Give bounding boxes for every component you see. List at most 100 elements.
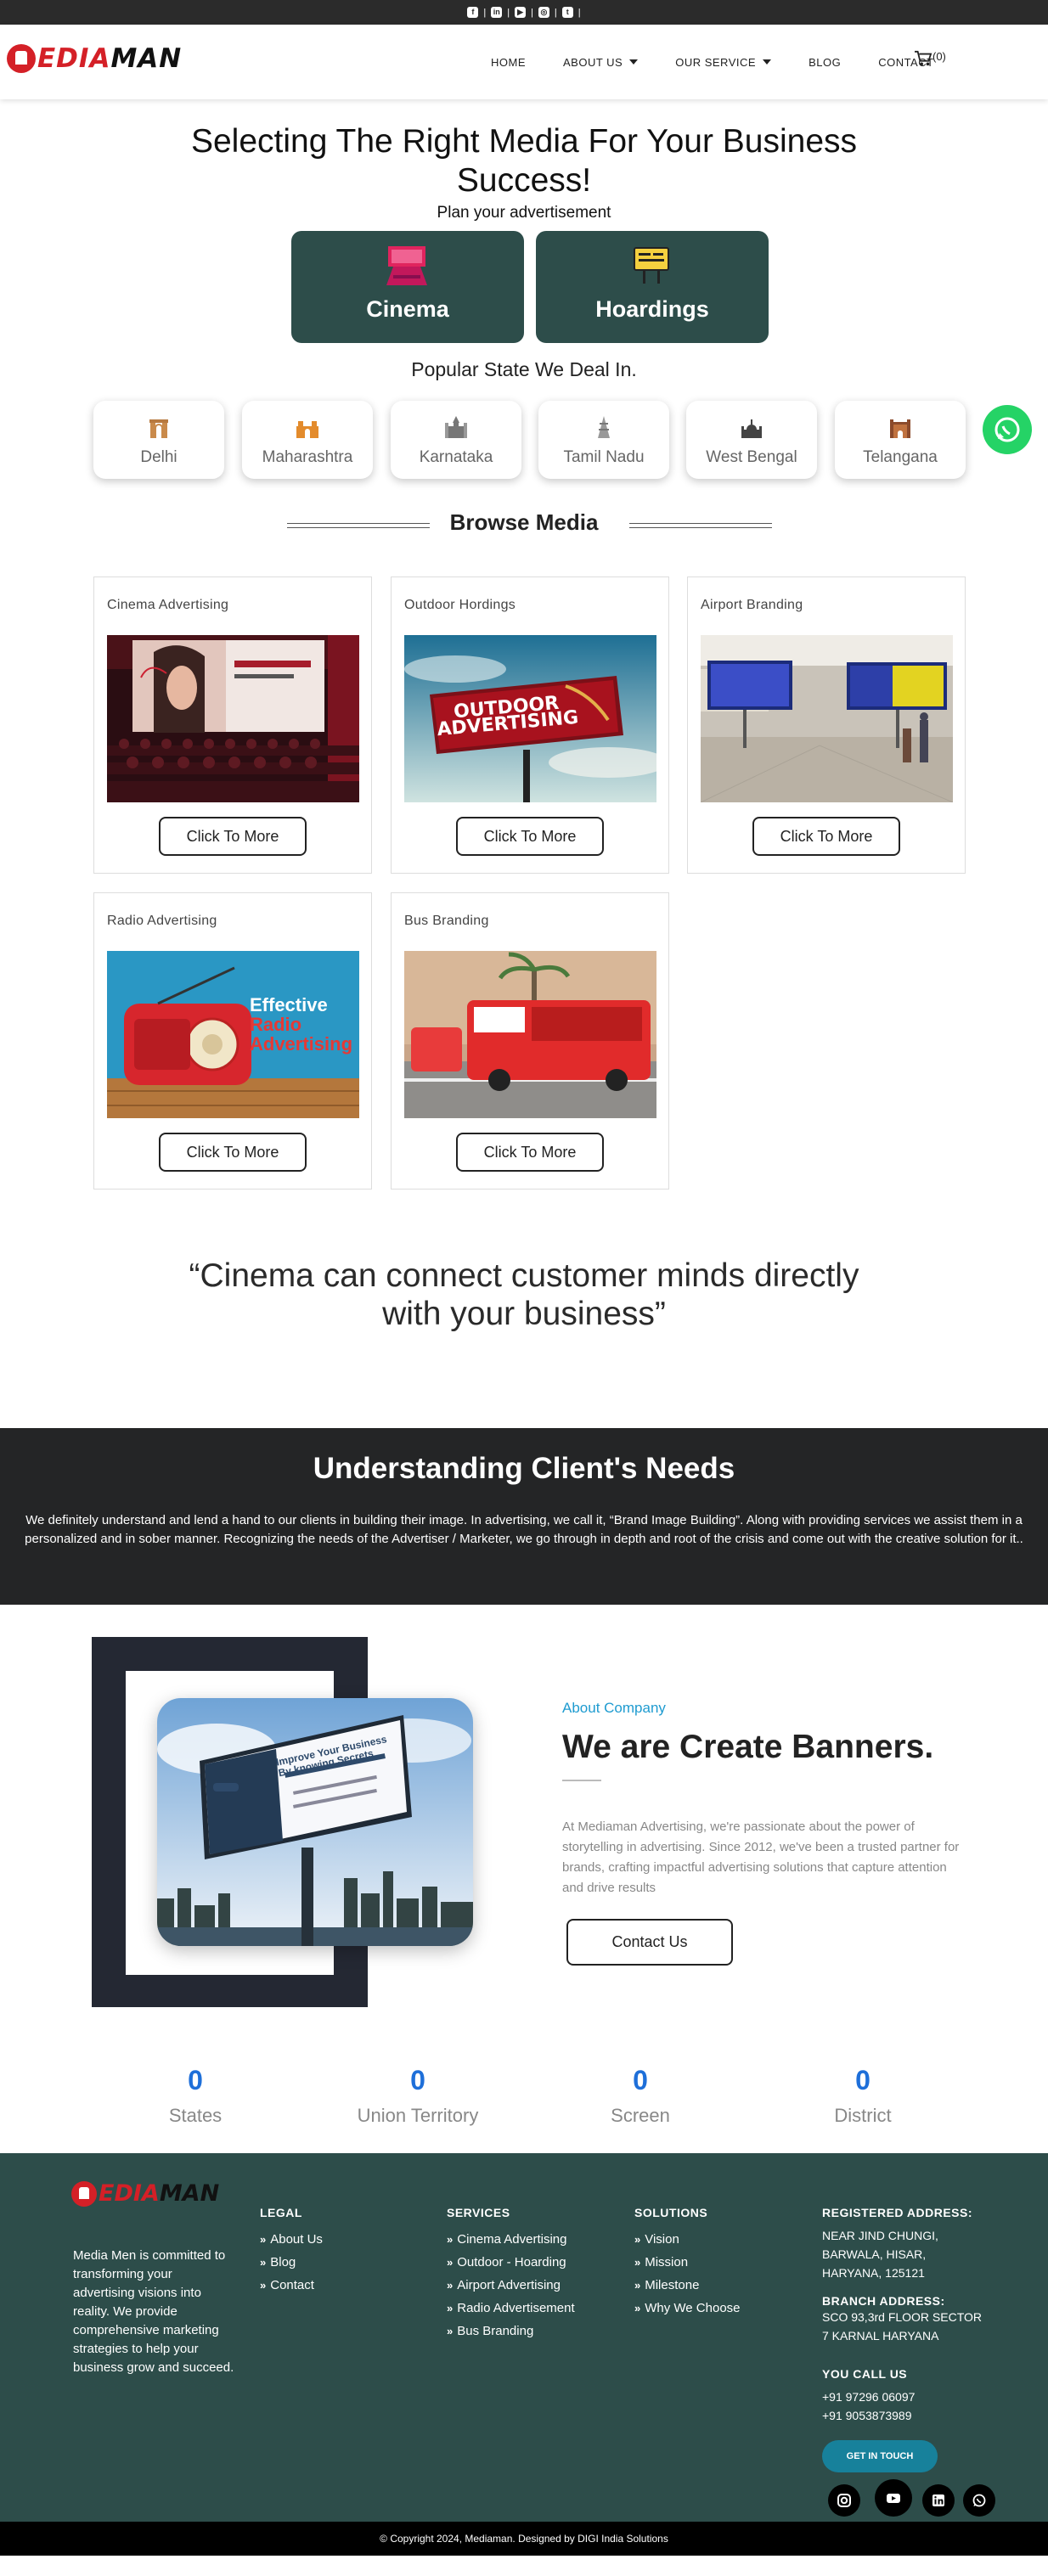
stat-district: 0 District xyxy=(834,2065,892,2126)
divider xyxy=(629,523,772,528)
footer-link-solution[interactable]: » Mission xyxy=(634,2251,741,2274)
section-title: Understanding Client's Needs xyxy=(313,1452,735,1485)
click-to-more-button[interactable]: Click To More xyxy=(456,1133,604,1172)
click-to-more-button[interactable]: Click To More xyxy=(159,1133,307,1172)
footer-solutions: SOLUTIONS » Vision » Mission » Milestone » W… xyxy=(634,2206,741,2320)
top-social-bar: f | in | ▶ | ◎ | t | xyxy=(0,0,1048,25)
india-gate-icon xyxy=(149,419,168,438)
phone-number[interactable]: +91 97296 06097 xyxy=(822,2388,982,2406)
state-card-west-bengal[interactable]: West Bengal xyxy=(686,401,817,479)
contact-us-button[interactable]: Contact Us xyxy=(566,1919,733,1966)
caret-down-icon xyxy=(763,59,772,65)
cinema-advertising-image xyxy=(107,635,359,802)
charminar-icon xyxy=(890,419,910,438)
palace-icon xyxy=(445,416,467,438)
cart-icon xyxy=(915,50,932,66)
footer-link-about-us[interactable]: » About Us xyxy=(260,2228,323,2251)
instagram-icon[interactable]: ◎ xyxy=(538,7,549,18)
divider xyxy=(287,523,430,528)
logo-mark-icon xyxy=(7,44,36,73)
linkedin-icon[interactable]: in xyxy=(491,7,503,18)
chevron-right-icon: » xyxy=(634,2302,641,2314)
linkedin-icon xyxy=(932,2494,944,2506)
hoardings-button[interactable]: Hoardings xyxy=(536,231,769,343)
gateway-icon xyxy=(296,421,318,438)
footer-link-solution[interactable]: » Vision xyxy=(634,2228,741,2251)
state-card-delhi[interactable]: Delhi xyxy=(93,401,224,479)
footer-description: Media Men is committed to transforming y… xyxy=(73,2248,234,2375)
twitter-icon[interactable]: t xyxy=(561,7,573,18)
chevron-right-icon: » xyxy=(260,2279,267,2292)
state-card-maharashtra[interactable]: Maharashtra xyxy=(242,401,373,479)
youtube-icon xyxy=(887,2494,900,2503)
memorial-icon xyxy=(741,419,762,438)
cinema-button[interactable]: Cinema xyxy=(291,231,524,343)
nav-our-service[interactable]: OUR SERVICE xyxy=(656,56,790,69)
get-in-touch-button[interactable]: GET IN TOUCH xyxy=(822,2440,938,2472)
chevron-right-icon: » xyxy=(260,2233,267,2246)
nav-about-us[interactable]: ABOUT US xyxy=(544,56,656,69)
footer-link-blog[interactable]: » Blog xyxy=(260,2251,323,2274)
media-card-outdoor: Outdoor Hordings OUTDOOR ADVERTISING Cli… xyxy=(391,577,669,874)
site-header: EDIA MAN HOME ABOUT US OUR SERVICE BLOG C… xyxy=(0,25,1048,99)
facebook-icon[interactable]: f xyxy=(467,7,479,18)
temple-icon xyxy=(598,416,610,438)
main-nav: HOME ABOUT US OUR SERVICE BLOG CONTACT xyxy=(472,25,953,99)
popular-states-heading: Popular State We Deal In. xyxy=(411,358,637,380)
state-card-tamil-nadu[interactable]: Tamil Nadu xyxy=(538,401,669,479)
click-to-more-button[interactable]: Click To More xyxy=(456,817,604,856)
about-text: At Mediaman Advertising, we're passionat… xyxy=(562,1820,960,1895)
chevron-right-icon: » xyxy=(447,2302,454,2314)
footer-youtube-link[interactable] xyxy=(875,2479,912,2517)
client-needs-section: Understanding Client's Needs We definite… xyxy=(0,1428,1048,1605)
site-logo[interactable]: EDIA MAN xyxy=(7,43,182,74)
hero-title: Selecting The Right Media For Your Busin… xyxy=(190,123,858,199)
caret-down-icon xyxy=(629,59,639,65)
footer-logo[interactable]: EDIA MAN xyxy=(71,2180,219,2207)
footer-link-service[interactable]: » Radio Advertisement xyxy=(447,2297,575,2320)
airport-branding-image xyxy=(701,635,953,802)
chevron-right-icon: » xyxy=(634,2256,641,2269)
footer-link-solution[interactable]: » Why We Choose xyxy=(634,2297,741,2320)
whatsapp-icon xyxy=(994,417,1020,442)
footer-link-contact[interactable]: » Contact xyxy=(260,2274,323,2297)
footer-instagram-link[interactable] xyxy=(828,2484,860,2517)
quote-text: “Cinema can connect customer minds direc… xyxy=(189,1257,859,1332)
media-card-airport: Airport Branding Click To More xyxy=(687,577,966,874)
stat-screen: 0 Screen xyxy=(611,2065,670,2126)
nav-home[interactable]: HOME xyxy=(472,56,544,69)
state-card-karnataka[interactable]: Karnataka xyxy=(391,401,521,479)
hero-subtitle: Plan your advertisement xyxy=(437,204,611,222)
divider xyxy=(562,1780,601,1781)
about-title: We are Create Banners. xyxy=(562,1729,934,1765)
click-to-more-button[interactable]: Click To More xyxy=(159,817,307,856)
whatsapp-float-button[interactable] xyxy=(983,405,1032,454)
youtube-icon[interactable]: ▶ xyxy=(515,7,527,18)
radio-advertising-image: Effective Radio Advertising xyxy=(107,951,359,1118)
media-card-bus: Bus Branding Click To More xyxy=(391,892,669,1190)
chevron-right-icon: » xyxy=(260,2256,267,2269)
footer-link-service[interactable]: » Bus Branding xyxy=(447,2320,575,2343)
phone-number[interactable]: +91 9053873989 xyxy=(822,2406,982,2425)
chevron-right-icon: » xyxy=(447,2256,454,2269)
click-to-more-button[interactable]: Click To More xyxy=(752,817,900,856)
footer-whatsapp-link[interactable] xyxy=(963,2484,995,2517)
cinema-screen-icon xyxy=(386,246,427,285)
billboard-image: Improve Your Business By knowing Secrets xyxy=(157,1698,473,1946)
whatsapp-icon xyxy=(972,2494,986,2507)
footer-link-service[interactable]: » Cinema Advertising xyxy=(447,2228,575,2251)
footer-services: SERVICES » Cinema Advertising » Outdoor - … xyxy=(447,2206,575,2343)
footer-link-service[interactable]: » Airport Advertising xyxy=(447,2274,575,2297)
state-card-telangana[interactable]: Telangana xyxy=(835,401,966,479)
chevron-right-icon: » xyxy=(447,2325,454,2337)
media-card-radio: Radio Advertising Effective Radio Advert… xyxy=(93,892,372,1190)
bus-branding-image xyxy=(404,951,656,1118)
browse-media-heading: Browse Media xyxy=(449,509,599,535)
cart-button[interactable]: (0) xyxy=(914,50,946,67)
chevron-right-icon: » xyxy=(447,2279,454,2292)
footer-linkedin-link[interactable] xyxy=(922,2484,955,2517)
footer-link-solution[interactable]: » Milestone xyxy=(634,2274,741,2297)
chevron-right-icon: » xyxy=(447,2233,454,2246)
nav-blog[interactable]: BLOG xyxy=(790,56,859,69)
footer-link-service[interactable]: » Outdoor - Hoarding xyxy=(447,2251,575,2274)
